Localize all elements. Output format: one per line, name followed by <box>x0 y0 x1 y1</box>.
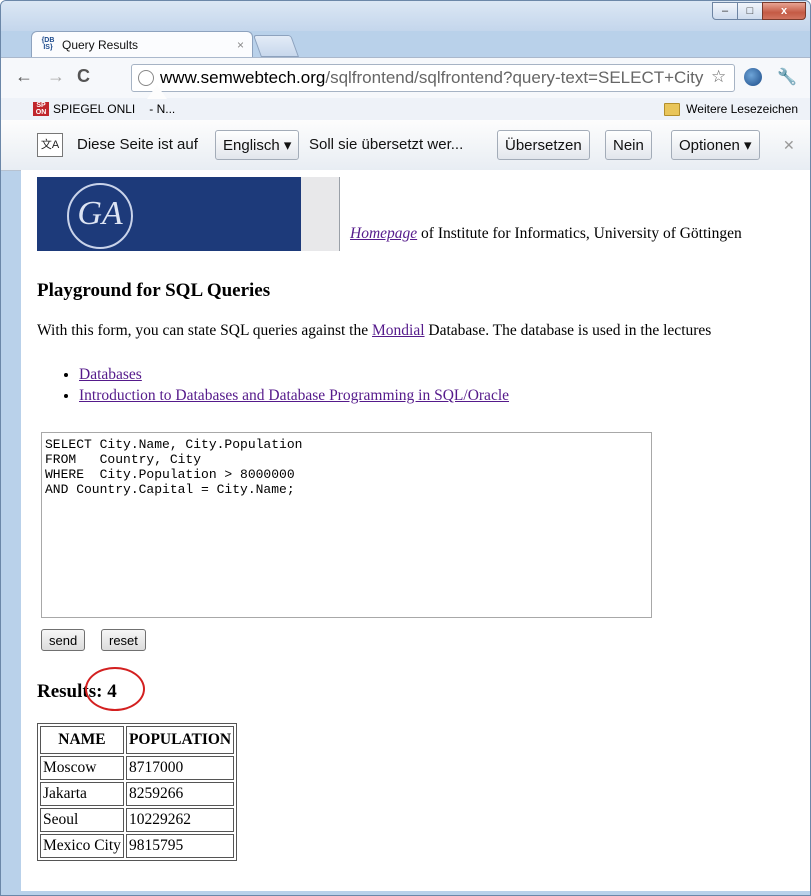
table-row: Mexico City 9815795 <box>40 834 235 858</box>
table-row: Moscow 8717000 <box>40 756 235 780</box>
table-row: Seoul 10229262 <box>40 808 235 832</box>
url-host: www.semwebtech.org <box>160 68 326 87</box>
new-tab-button[interactable] <box>252 35 300 57</box>
sql-query-input[interactable]: SELECT City.Name, City.Population FROM C… <box>41 432 652 618</box>
maximize-button[interactable]: □ <box>737 2 763 20</box>
page-info-icon[interactable] <box>138 70 154 86</box>
translate-icon: 文A <box>37 133 63 157</box>
minimize-button[interactable]: – <box>712 2 738 20</box>
close-infobar-icon[interactable]: ✕ <box>783 137 795 154</box>
send-button[interactable]: send <box>41 629 86 651</box>
db-favicon-icon: {DB IS} <box>41 36 55 51</box>
page-header: GA Homepage of Institute for Informatics… <box>37 177 742 251</box>
translate-infobar: 文A Diese Seite ist auf Englisch ▾ Soll s… <box>1 120 810 171</box>
close-window-button[interactable]: x <box>762 2 806 20</box>
mondial-link[interactable]: Mondial <box>372 322 425 339</box>
databases-link[interactable]: Databases <box>79 366 142 383</box>
folder-icon <box>664 102 681 116</box>
tab-close-icon[interactable]: × <box>237 38 244 52</box>
cell-name: Mexico City <box>40 834 124 858</box>
bookmarks-bar: SP ON SPIEGEL ONLI - N... Weitere Leseze… <box>1 98 810 121</box>
intro-text: With this form, you can state SQL querie… <box>37 322 711 340</box>
cell-name: Seoul <box>40 808 124 832</box>
spiegel-favicon-icon: SP ON <box>33 102 49 116</box>
cell-population: 10229262 <box>125 808 235 832</box>
title-bar: – □ x <box>1 1 810 31</box>
cell-population: 8717000 <box>125 756 235 780</box>
cell-name: Jakarta <box>40 782 124 806</box>
column-header-name: NAME <box>40 726 124 754</box>
lecture-links: Databases Introduction to Databases and … <box>57 366 509 408</box>
intro-before: With this form, you can state SQL querie… <box>37 322 372 339</box>
homepage-link[interactable]: Homepage <box>350 225 417 242</box>
page-content: GA Homepage of Institute for Informatics… <box>21 170 810 891</box>
other-bookmarks[interactable]: Weitere Lesezeichen <box>664 102 798 116</box>
address-bar[interactable]: www.semwebtech.org/sqlfrontend/sqlfronte… <box>131 64 735 92</box>
browser-window: – □ x {DB IS} Query Results × ← → C www.… <box>0 0 811 896</box>
window-controls: – □ x <box>712 2 806 20</box>
institute-text: of Institute for Informatics, University… <box>417 225 742 242</box>
table-row: Jakarta 8259266 <box>40 782 235 806</box>
no-button[interactable]: Nein <box>605 130 652 160</box>
url-path: /sqlfrontend/sqlfrontend?query-text=SELE… <box>325 68 704 87</box>
annotation-circle <box>85 667 145 711</box>
navigation-toolbar: ← → C www.semwebtech.org/sqlfrontend/sql… <box>1 57 810 98</box>
options-button[interactable]: Optionen ▾ <box>671 130 760 160</box>
bookmark-label: SPIEGEL ONLI <box>53 102 136 116</box>
intro-databases-link[interactable]: Introduction to Databases and Database P… <box>79 387 509 404</box>
reload-icon[interactable]: C <box>77 66 90 87</box>
translate-button[interactable]: Übersetzen <box>497 130 590 160</box>
results-table: NAME POPULATION Moscow 8717000 Jakarta 8… <box>37 723 238 861</box>
list-item: Databases <box>79 366 509 384</box>
tab-query-results[interactable]: {DB IS} Query Results × <box>31 31 253 57</box>
bookmark-spiegel[interactable]: SP ON SPIEGEL ONLI - N... <box>33 102 175 116</box>
cell-name: Moscow <box>40 756 124 780</box>
logo-panel <box>301 177 340 251</box>
translate-bubble-pointer <box>147 85 167 99</box>
extension-globe-icon[interactable] <box>744 68 762 86</box>
tab-title: Query Results <box>62 37 139 52</box>
cell-population: 8259266 <box>125 782 235 806</box>
translate-prefix: Diese Seite ist auf <box>77 136 198 153</box>
cell-population: 9815795 <box>125 834 235 858</box>
language-select[interactable]: Englisch ▾ <box>215 130 300 160</box>
intro-after: Database. The database is used in the le… <box>424 322 712 339</box>
list-item: Introduction to Databases and Database P… <box>79 387 509 405</box>
university-logo: GA <box>37 177 301 251</box>
header-text: Homepage of Institute for Informatics, U… <box>350 225 742 243</box>
forward-arrow-icon[interactable]: → <box>47 66 65 87</box>
reset-button[interactable]: reset <box>101 629 146 651</box>
bookmark-label-tail: - N... <box>149 102 176 116</box>
page-title: Playground for SQL Queries <box>37 280 271 301</box>
translate-question: Soll sie übersetzt wer... <box>309 136 464 153</box>
other-bookmarks-label: Weitere Lesezeichen <box>686 102 798 116</box>
column-header-population: POPULATION <box>125 726 235 754</box>
bookmark-star-icon[interactable]: ☆ <box>711 67 726 87</box>
wrench-menu-icon[interactable]: 🔧 <box>777 67 797 87</box>
back-arrow-icon[interactable]: ← <box>15 66 33 87</box>
table-header-row: NAME POPULATION <box>40 726 235 754</box>
university-seal-icon: GA <box>67 183 133 249</box>
